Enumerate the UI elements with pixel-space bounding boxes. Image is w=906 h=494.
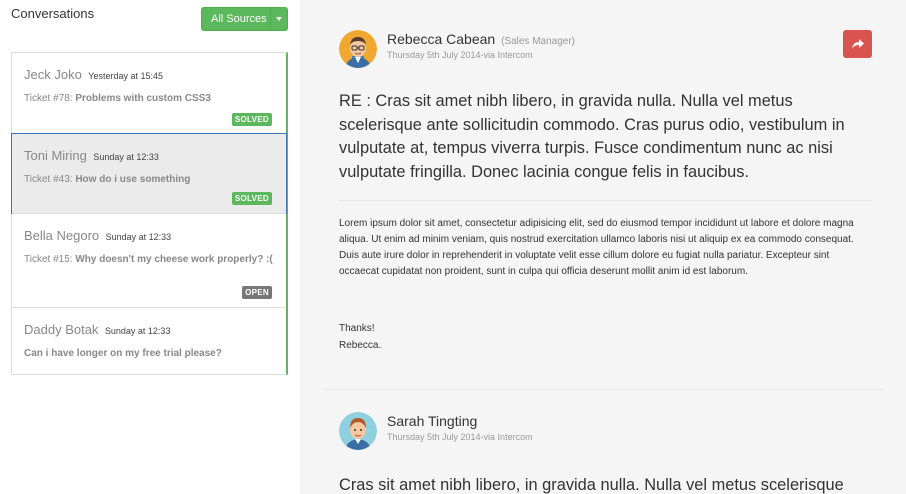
conversation-ticket: Ticket #78: Problems with custom CSS3 [24,92,274,106]
ticket-subject: How do i use something [75,174,191,185]
conversation-time: Sunday at 12:33 [93,152,159,162]
ticket-subject: Can i have longer on my free trial pleas… [24,348,222,359]
message-lead: Cras sit amet nibh libero, in gravida nu… [339,476,844,494]
author-name: Rebecca Cabean [387,31,496,47]
avatar [339,30,377,68]
conversation-name: Toni Miring [24,148,87,163]
message-author: Rebecca Cabean (Sales Manager) [387,31,575,47]
agent-avatar-icon [339,30,377,68]
status-badge: SOLVED [231,113,272,126]
author-role: (Sales Manager) [501,36,575,47]
conversation-item[interactable]: Toni Miring Sunday at 12:33 Ticket #43: … [11,133,287,214]
conversation-detail: Rebecca Cabean (Sales Manager) Thursday … [300,0,906,494]
sources-button-label: All Sources [211,13,267,25]
reply-button[interactable] [843,30,872,58]
author-name: Sarah Tingting [387,413,478,429]
conversation-item[interactable]: Daddy Botak Sunday at 12:33 Can i have l… [12,307,286,374]
sources-dropdown-toggle[interactable] [270,8,287,30]
message-signoff: Thanks! Rebecca. [339,320,381,354]
status-badge: OPEN [242,286,272,299]
conversation-ticket: Ticket #43: How do i use something [24,173,274,187]
support-app: Conversations All Sources Jeck Joko Yest… [0,0,906,494]
signoff-thanks: Thanks! [339,323,375,334]
ticket-number: Ticket #78: [24,93,73,104]
ticket-subject: Why doesn't my cheese work properly? :( [75,254,273,265]
status-badge: SOLVED [231,192,272,205]
message-author: Sarah Tingting [387,413,477,429]
panel-title: Conversations [11,6,95,21]
share-icon [851,38,864,49]
all-sources-dropdown[interactable]: All Sources [201,7,288,31]
ticket-number: Ticket #15: [24,254,73,265]
conversation-name: Jeck Joko [24,67,82,82]
conversation-time: Sunday at 12:33 [104,326,171,336]
message-separator [325,389,884,390]
divider [339,200,872,201]
conversation-ticket: Can i have longer on my free trial pleas… [24,347,274,361]
ticket-number: Ticket #43: [24,174,73,185]
ticket-subject: Problems with custom CSS3 [75,93,211,104]
conversations-panel: Conversations All Sources Jeck Joko Yest… [0,0,300,494]
conversation-name: Bella Negoro [24,228,100,243]
signoff-signature: Rebecca. [339,340,382,351]
message-meta: Thursday 5th July 2014-via Intercom [387,50,533,60]
caret-down-icon [276,17,282,21]
conversation-item[interactable]: Bella Negoro Sunday at 12:33 Ticket #15:… [12,213,286,307]
message-body: Lorem ipsum dolor sit amet, consectetur … [339,218,854,277]
conversation-ticket: Ticket #15: Why doesn't my cheese work p… [24,253,274,267]
conversation-item[interactable]: Jeck Joko Yesterday at 15:45 Ticket #78:… [12,53,286,134]
conversation-time: Sunday at 12:33 [105,232,172,242]
conversation-list: Jeck Joko Yesterday at 15:45 Ticket #78:… [11,52,288,375]
conversation-name: Daddy Botak [24,322,99,337]
message-meta: Thursday 5th July 2014-via Intercom [387,432,533,442]
user-avatar-icon [339,412,377,450]
conversation-time: Yesterday at 15:45 [88,71,163,81]
message-lead: RE : Cras sit amet nibh libero, in gravi… [339,92,845,181]
avatar [339,412,377,450]
